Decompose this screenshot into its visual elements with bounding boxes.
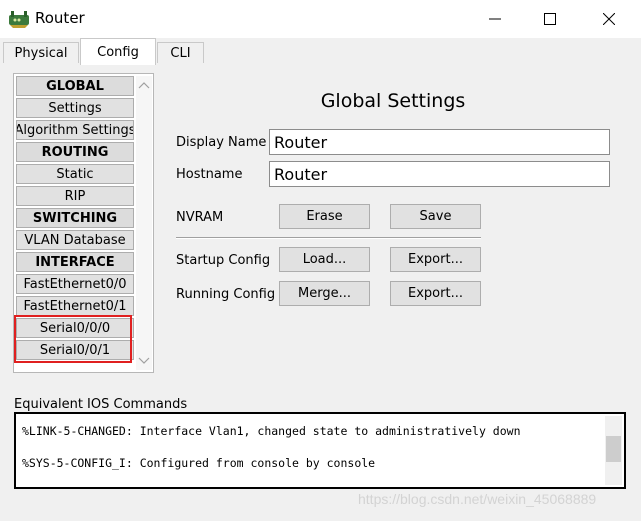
merge-button[interactable]: Merge... [279,281,370,306]
sidebar-scrollbar[interactable] [136,76,152,370]
ios-line: %LINK-5-CHANGED: Interface Vlan1, change… [22,424,521,438]
nvram-label: NVRAM [176,210,224,225]
erase-button[interactable]: Erase [279,204,370,229]
maximize-button[interactable] [527,0,573,38]
sidebar-item-fastethernet0-1[interactable]: FastEthernet0/1 [16,296,134,316]
router-icon [9,11,29,28]
tab-cli[interactable]: CLI [157,42,204,63]
chevron-down-icon[interactable] [138,356,150,366]
hostname-label: Hostname [176,167,243,182]
startup-config-label: Startup Config [176,253,271,268]
display-name-field[interactable] [269,129,610,155]
watermark: https://blog.csdn.net/weixin_45068889 [358,491,597,507]
tab-physical[interactable]: Physical [3,42,79,63]
hostname-field[interactable] [269,161,610,187]
sidebar-item-fastethernet0-0[interactable]: FastEthernet0/0 [16,274,134,294]
close-button[interactable] [586,0,632,38]
sidebar-header-global: GLOBAL [16,76,134,96]
title-bar: Router [0,0,641,38]
sidebar-item-static[interactable]: Static [16,164,134,184]
divider [176,237,481,239]
sidebar-header-routing: ROUTING [16,142,134,162]
ios-commands-console[interactable]: %LINK-5-CHANGED: Interface Vlan1, change… [14,412,626,489]
page-title: Global Settings [320,90,466,112]
sidebar-header-switching: SWITCHING [16,208,134,228]
load-button[interactable]: Load... [279,247,370,272]
close-icon [603,13,615,25]
window-title: Router [35,9,85,27]
ios-scroll-thumb[interactable] [606,436,621,462]
sidebar-item-settings[interactable]: Settings [16,98,134,118]
sidebar: GLOBAL Settings Algorithm Settings ROUTI… [13,73,154,373]
maximize-icon [544,13,556,25]
minimize-button[interactable] [472,0,518,38]
sidebar-item-algorithm-settings[interactable]: Algorithm Settings [16,120,134,140]
running-export-button[interactable]: Export... [390,281,481,306]
minimize-icon [489,18,501,20]
tab-config[interactable]: Config [80,38,156,65]
sidebar-item-vlan-database[interactable]: VLAN Database [16,230,134,250]
running-config-label: Running Config [176,287,276,302]
sidebar-item-serial0-0-1[interactable]: Serial0/0/1 [16,340,134,360]
tab-bar: Physical Config CLI [0,38,641,65]
save-button[interactable]: Save [390,204,481,229]
ios-line: %SYS-5-CONFIG_I: Configured from console… [22,456,376,470]
sidebar-item-serial0-0-0[interactable]: Serial0/0/0 [16,318,134,338]
ios-commands-label: Equivalent IOS Commands [14,397,188,412]
ios-scrollbar[interactable] [605,416,622,485]
display-name-label: Display Name [176,135,267,150]
sidebar-header-interface: INTERFACE [16,252,134,272]
startup-export-button[interactable]: Export... [390,247,481,272]
chevron-up-icon[interactable] [138,80,150,90]
sidebar-item-rip[interactable]: RIP [16,186,134,206]
